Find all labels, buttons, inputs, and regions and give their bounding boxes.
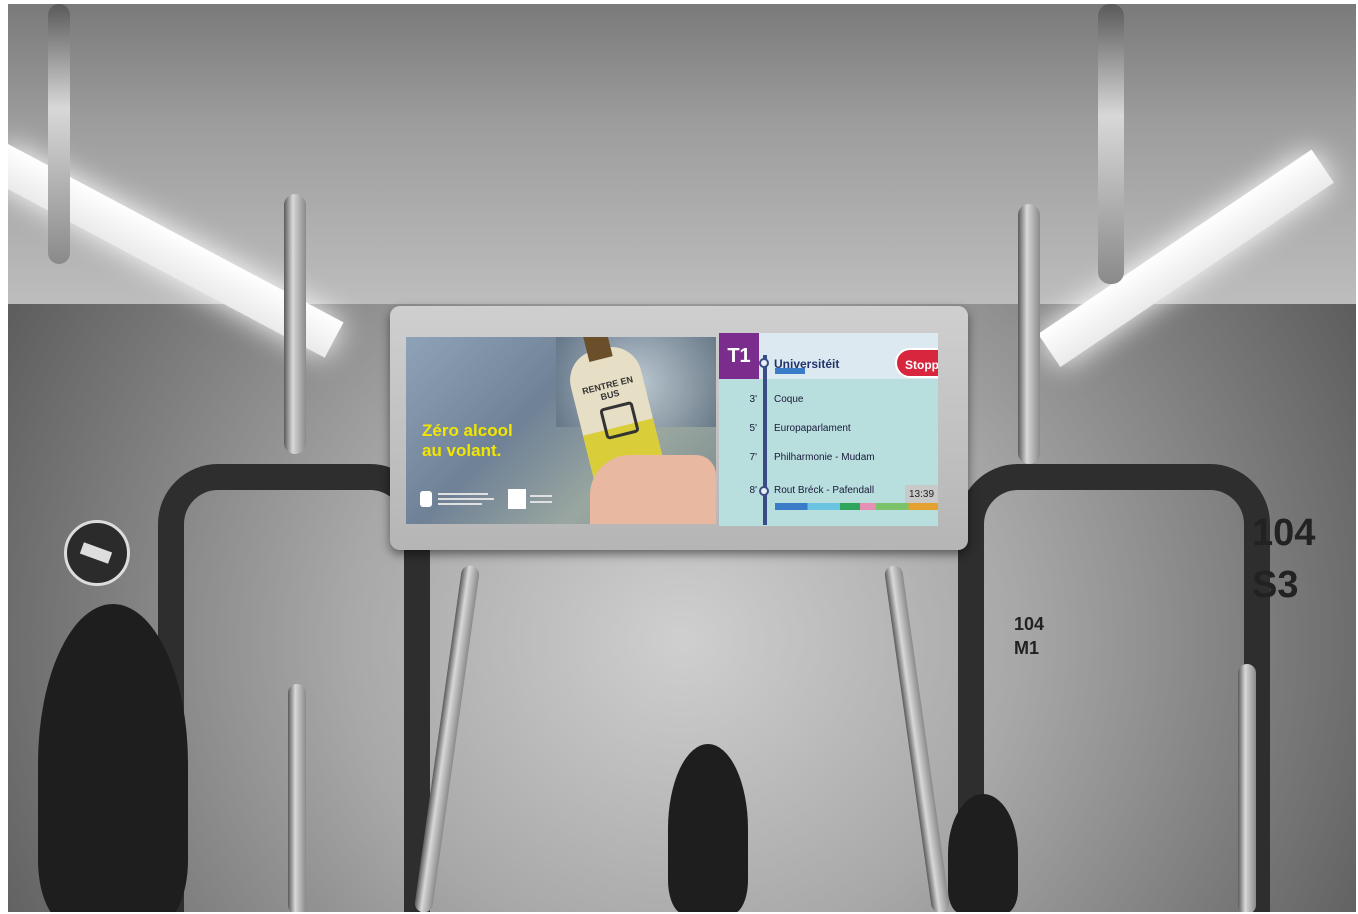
cctv-icon <box>64 520 130 586</box>
stop-name: Coque <box>774 394 804 405</box>
line-badge: T1 <box>719 333 759 379</box>
clock: 13:39 <box>905 485 938 505</box>
vehicle-code: S3 <box>1252 564 1299 606</box>
vehicle-number: 104 <box>1252 512 1316 554</box>
passenger-info-screen: T1 Universitéit Stopp 3' Coque 5' Europa… <box>719 333 938 526</box>
stop-request-button: Stopp <box>895 348 938 378</box>
handrail <box>1098 4 1124 284</box>
hand <box>590 455 716 524</box>
stop-marker <box>759 486 769 496</box>
route-line <box>763 355 767 525</box>
grab-pole <box>284 194 306 454</box>
crest-icon <box>420 491 432 507</box>
passenger <box>668 744 748 912</box>
road-safety-mark-icon <box>508 489 526 509</box>
stop-minutes: 5' <box>749 423 757 434</box>
stop-minutes: 3' <box>749 394 757 405</box>
advert-screen: Zéro alcool au volant. RENTRE EN BUS PIL… <box>406 337 716 524</box>
road-safety-logo <box>508 489 554 511</box>
passenger <box>38 604 188 912</box>
headline-line-1: Zéro alcool <box>422 421 513 440</box>
advert-headline: Zéro alcool au volant. <box>422 421 572 461</box>
grab-pole <box>1018 204 1040 464</box>
stop-name: Europaparlament <box>774 423 851 434</box>
passenger <box>948 794 1018 912</box>
grab-pole <box>1238 664 1256 912</box>
bottle-neck <box>581 337 613 362</box>
stop-minutes: 7' <box>749 452 757 463</box>
accessibility-icons <box>775 368 805 374</box>
connections-strip <box>775 503 938 510</box>
stop-name: Philharmonie - Mudam <box>774 452 875 463</box>
vehicle-number: 104 <box>1014 614 1045 634</box>
stop-name: Rout Bréck - Pafendall <box>774 485 875 496</box>
vehicle-code: M1 <box>1014 638 1040 658</box>
stop-minutes: 8' <box>749 485 757 496</box>
grab-pole <box>288 684 306 912</box>
stop-marker <box>759 358 769 368</box>
headline-line-2: au volant. <box>422 441 502 460</box>
grab-pole <box>883 564 951 912</box>
government-logo <box>420 489 500 511</box>
handrail <box>48 4 70 264</box>
